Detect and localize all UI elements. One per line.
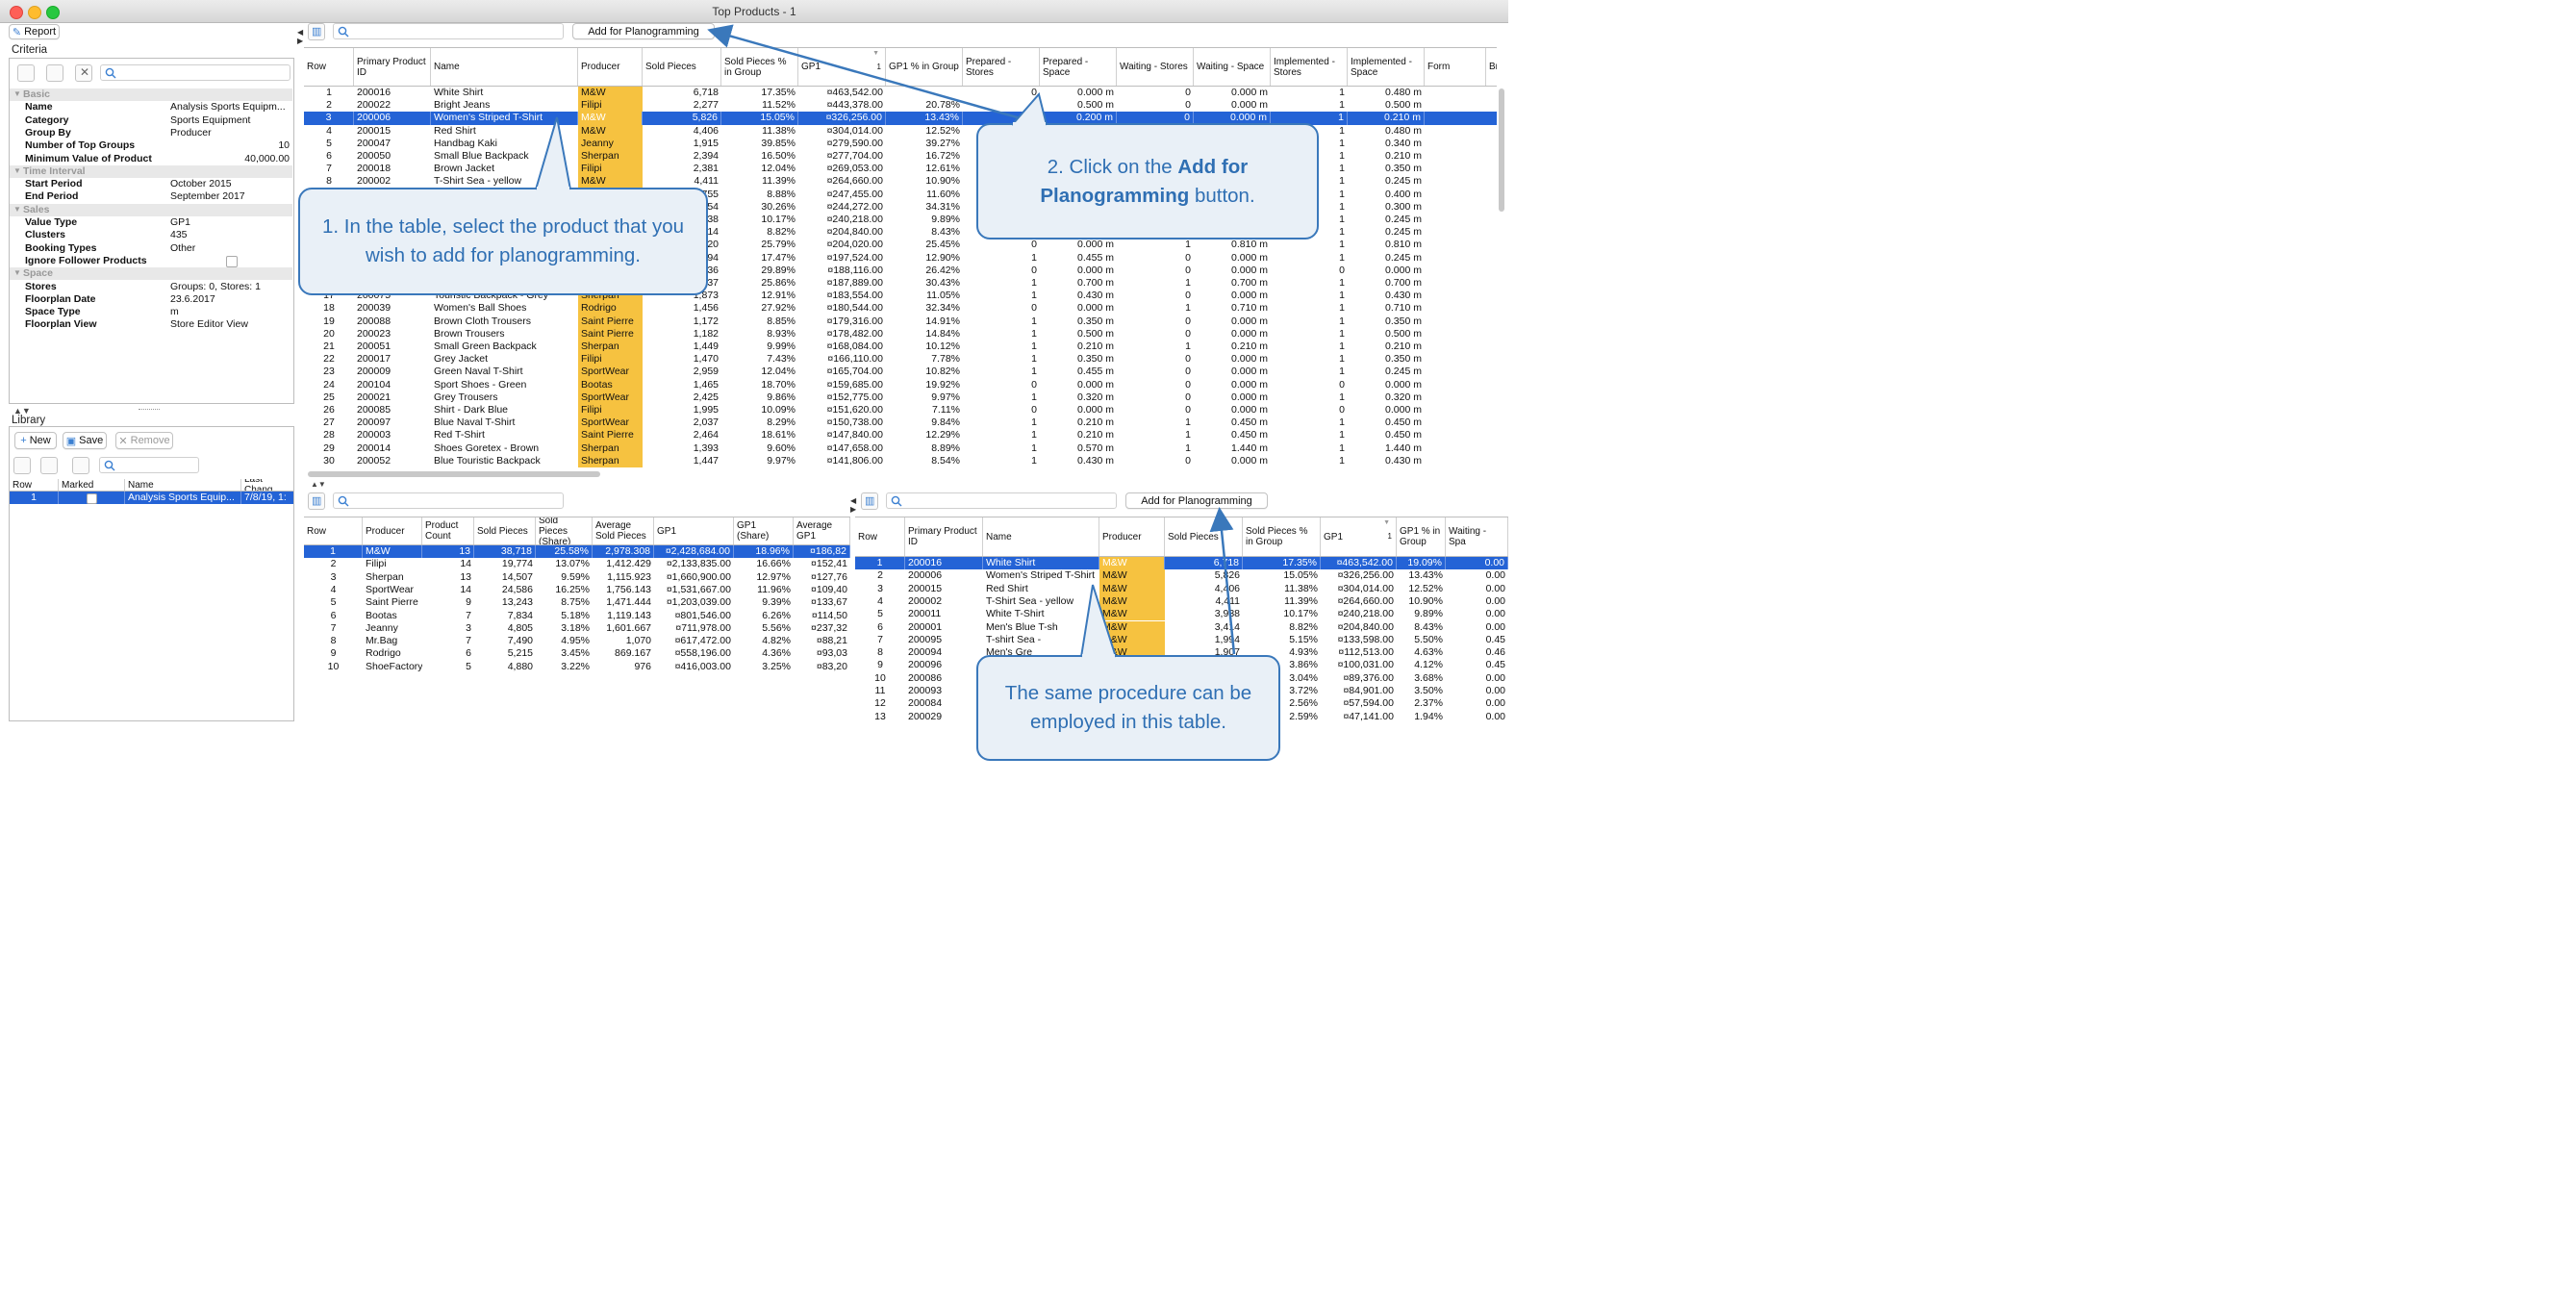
arrow-to-bottom-add-button — [1209, 507, 1236, 655]
callout-pointer — [535, 116, 571, 190]
callout-pointer — [1011, 92, 1048, 126]
callout-same-procedure: The same procedure can be employed in th… — [976, 655, 1280, 761]
application-window: { "window":{"title":"Top Products - 1"},… — [0, 0, 1508, 768]
annotation-arrows — [707, 24, 1236, 655]
callout-click-add-button: 2. Click on the Add for Planogramming bu… — [976, 123, 1319, 240]
callout-select-product: 1. In the table, select the product that… — [298, 188, 708, 295]
arrow-to-add-button — [707, 24, 1042, 126]
callout-pointer — [1080, 584, 1117, 658]
